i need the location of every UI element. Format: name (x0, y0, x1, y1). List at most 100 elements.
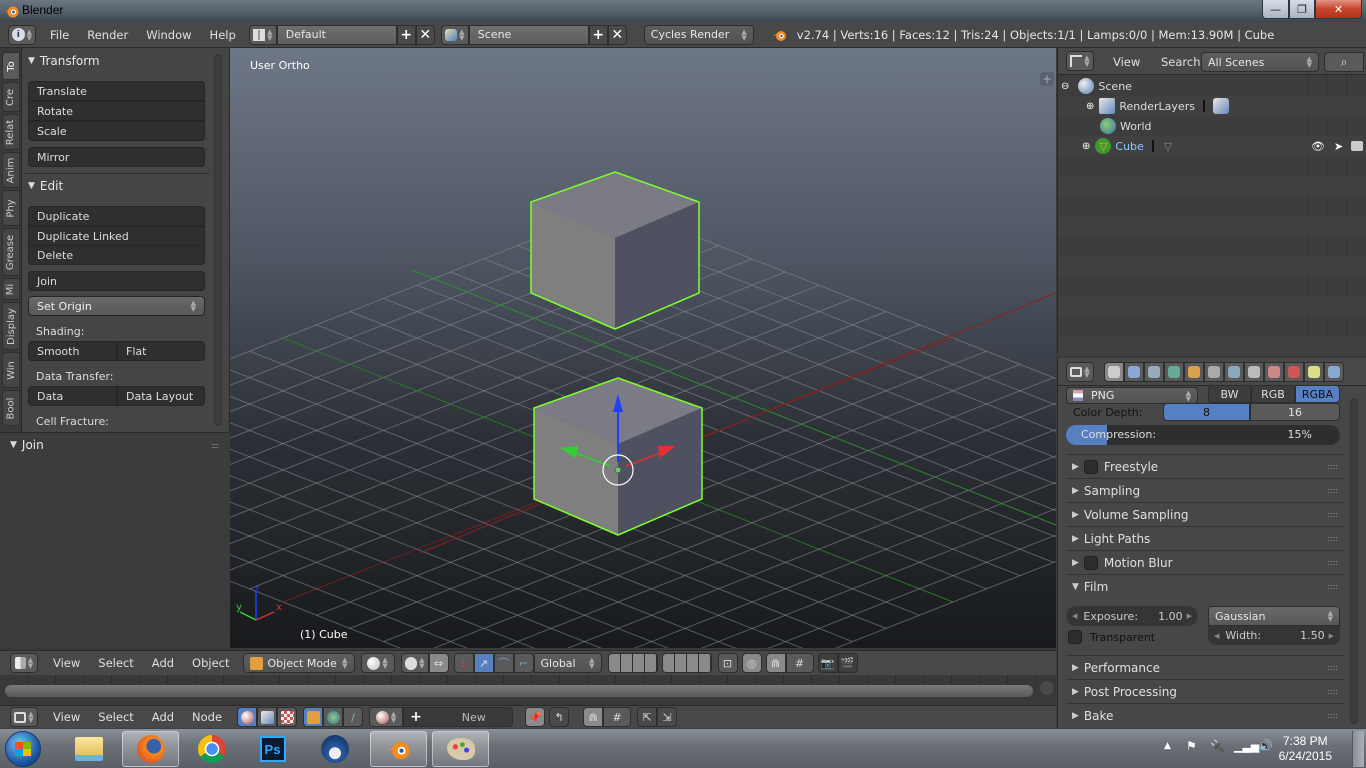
drag-grip-icon[interactable]: :::: (1327, 534, 1338, 543)
view3d-menu-select[interactable]: Select (89, 656, 142, 670)
manipulator-toggle-button[interactable]: ⊥ (453, 653, 474, 673)
restore-button[interactable]: ❐ (1289, 0, 1315, 19)
start-button[interactable] (5, 731, 41, 767)
delete-screen-button[interactable]: ✕ (415, 24, 435, 45)
selectability-cursor-icon[interactable]: ➤ (1334, 140, 1343, 153)
data-transfer-button[interactable]: Data (28, 386, 117, 406)
transparent-checkbox[interactable] (1068, 630, 1082, 644)
rotate-button[interactable]: Rotate (28, 101, 205, 121)
post-processing-panel-header[interactable]: ▶ Post Processing:::: (1066, 679, 1344, 703)
tab-misc[interactable]: Mi (2, 278, 20, 300)
drag-grip-icon[interactable]: :::: (1327, 687, 1338, 696)
lock-layers-button[interactable]: ⊡ (717, 653, 738, 673)
drag-grip-icon[interactable]: :::: (211, 441, 219, 450)
delete-button[interactable]: Delete (28, 245, 205, 265)
view3d-menu-object[interactable]: Object (183, 656, 238, 670)
menu-help[interactable]: Help (201, 28, 245, 42)
join-button[interactable]: Join (28, 271, 205, 291)
light-paths-panel-header[interactable]: ▶ Light Paths:::: (1066, 526, 1344, 550)
properties-tab-physics[interactable] (1324, 362, 1344, 382)
shade-flat-button[interactable]: Flat (117, 341, 205, 361)
close-button[interactable]: ✕ (1315, 0, 1362, 19)
render-layer-icon[interactable] (1212, 98, 1229, 114)
volume-sampling-panel-header[interactable]: ▶ Volume Sampling:::: (1066, 502, 1344, 526)
show-desktop-button[interactable] (1352, 731, 1364, 767)
node-menu-view[interactable]: View (44, 710, 89, 724)
decrement-arrow-icon[interactable]: ◀ (1214, 632, 1219, 640)
bake-panel-header[interactable]: ▶ Bake:::: (1066, 703, 1344, 727)
properties-tab-data-vertices[interactable] (1244, 362, 1264, 382)
copy-nodes-button[interactable]: ⇱ (637, 707, 658, 727)
view3d-menu-view[interactable]: View (44, 656, 89, 670)
expand-icon[interactable]: ⊕ (1082, 141, 1090, 152)
tab-animation[interactable]: Anim (2, 152, 20, 188)
tab-grease-pencil[interactable]: Grease (2, 228, 20, 276)
new-material-button[interactable]: + New (403, 707, 514, 727)
properties-tab-object[interactable] (1184, 362, 1204, 382)
editor-type-properties-button[interactable]: ▲ ▼ (1066, 362, 1094, 382)
system-clock[interactable]: 7:38 PM 6/24/2015 (1279, 734, 1332, 764)
color-mode-bw-button[interactable]: BW (1208, 385, 1251, 403)
editor-type-outliner-button[interactable]: ▲ ▼ (1066, 51, 1094, 71)
transform-orientation-dropdown[interactable]: Global ▲ ▼ (533, 653, 602, 673)
snap-toggle-button[interactable]: ⋒ (765, 653, 786, 673)
show-hidden-icons-button[interactable]: ▲ (1164, 741, 1171, 751)
scene-name-field[interactable]: Scene (468, 24, 589, 45)
shader-type-object-button[interactable] (303, 707, 324, 727)
node-menu-add[interactable]: Add (143, 710, 183, 724)
editor-type-info-button[interactable]: i ▲ ▼ (8, 24, 36, 45)
outliner-row-cube[interactable]: ⊕ ▽ Cube ▽ 👁 ➤ (1058, 136, 1366, 156)
translate-manipulator-button[interactable]: ↗ (473, 653, 494, 673)
screen-layout-selector[interactable]: ▲ ▼ (248, 24, 277, 45)
freestyle-checkbox[interactable] (1083, 459, 1098, 474)
horizontal-scrollbar[interactable] (5, 685, 1033, 697)
tab-physics[interactable]: Phy (2, 190, 20, 226)
outliner-row-world[interactable]: World (1058, 116, 1366, 136)
viewport-shading-dropdown[interactable]: ▲ ▼ (360, 653, 395, 673)
menu-render[interactable]: Render (78, 28, 137, 42)
add-screen-button[interactable]: + (396, 24, 416, 45)
color-mode-rgba-button[interactable]: RGBA (1295, 385, 1340, 403)
scale-manipulator-button[interactable]: ⌐ (513, 653, 534, 673)
snap-element-dropdown[interactable]: # (785, 653, 814, 673)
properties-tab-particles[interactable] (1304, 362, 1324, 382)
texture-nodes-button[interactable] (277, 707, 298, 727)
drag-grip-icon[interactable]: :::: (1327, 582, 1338, 591)
node-menu-select[interactable]: Select (89, 710, 142, 724)
color-depth-16-button[interactable]: 16 (1250, 403, 1340, 421)
translate-button[interactable]: Translate (28, 81, 205, 101)
duplicate-button[interactable]: Duplicate (28, 206, 205, 226)
taskbar-explorer[interactable] (60, 731, 117, 767)
performance-panel-header[interactable]: ▶ Performance:::: (1066, 655, 1344, 679)
compositing-nodes-button[interactable] (257, 707, 278, 727)
data-layout-button[interactable]: Data Layout (117, 386, 205, 406)
volume-speaker-icon[interactable]: 🔊 (1258, 739, 1273, 753)
manipulate-center-points-button[interactable]: ⇔ (428, 653, 449, 673)
rotate-manipulator-button[interactable]: ⌒ (493, 653, 514, 673)
node-snap-toggle-button[interactable]: ⋒ (583, 707, 604, 727)
outliner-display-mode-dropdown[interactable]: All Scenes ▲ ▼ (1201, 52, 1319, 72)
transform-panel-header[interactable]: ▼Transform :::: (28, 51, 224, 71)
sampling-panel-header[interactable]: ▶ Sampling:::: (1066, 478, 1344, 502)
go-to-parent-button[interactable]: ↰ (549, 707, 570, 727)
outliner-menu-view[interactable]: View (1104, 55, 1149, 69)
drag-grip-icon[interactable]: :::: (1327, 510, 1338, 519)
editor-type-node-button[interactable]: ▲ ▼ (10, 707, 38, 727)
tab-tools[interactable]: To (2, 52, 20, 80)
outliner-search-button[interactable]: ⌕ (1324, 52, 1364, 72)
expand-icon[interactable]: ⊕ (1086, 101, 1094, 112)
join-operator-header[interactable]: ▼ Join :::: (10, 435, 222, 455)
layers-grid-a[interactable] (607, 653, 658, 673)
tab-create[interactable]: Cre (2, 82, 20, 112)
visibility-eye-icon[interactable]: 👁 (1311, 140, 1325, 153)
properties-tab-render-camera[interactable] (1104, 362, 1124, 382)
decrement-arrow-icon[interactable]: ◀ (1072, 612, 1077, 620)
shader-nodes-button[interactable] (237, 707, 258, 727)
duplicate-linked-button[interactable]: Duplicate Linked (28, 226, 205, 246)
mesh-data-icon[interactable]: ▽ (1164, 140, 1172, 153)
toggle-properties-shelf-button[interactable]: + (1040, 72, 1054, 86)
properties-scrollbar[interactable] (1350, 398, 1358, 724)
tab-bool[interactable]: Bool (2, 390, 20, 426)
minimize-button[interactable]: — (1262, 0, 1289, 19)
pivot-point-dropdown[interactable]: ▲ ▼ (400, 653, 429, 673)
